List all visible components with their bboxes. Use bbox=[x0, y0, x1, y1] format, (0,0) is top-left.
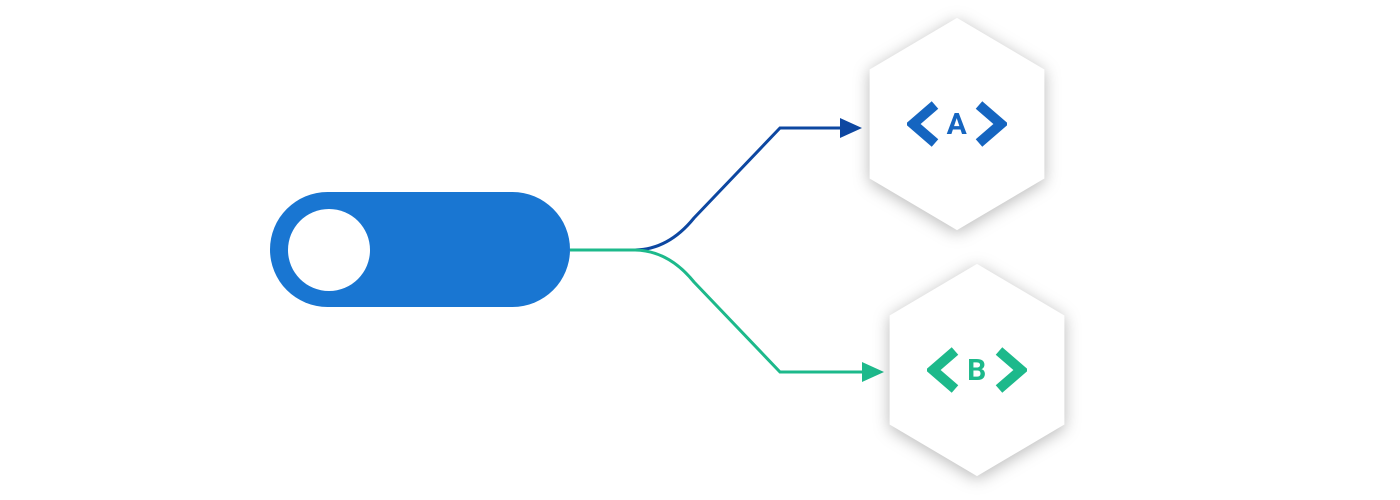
feature-flag-diagram: A B bbox=[0, 0, 1400, 500]
angle-left-icon bbox=[927, 347, 961, 393]
variant-a-tile: A bbox=[862, 14, 1052, 234]
angle-right-icon bbox=[973, 101, 1007, 147]
arrow-to-b bbox=[570, 250, 862, 372]
variant-b-label: B bbox=[967, 353, 987, 388]
angle-right-icon bbox=[993, 347, 1027, 393]
code-b-icon: B bbox=[927, 347, 1027, 393]
connector-arrows bbox=[0, 0, 1400, 500]
arrowhead-a-icon bbox=[840, 118, 862, 138]
feature-toggle[interactable] bbox=[270, 192, 570, 307]
variant-b-tile: B bbox=[882, 260, 1072, 480]
toggle-knob-icon bbox=[288, 209, 370, 291]
variant-a-label: A bbox=[947, 107, 968, 142]
code-a-icon: A bbox=[907, 101, 1008, 147]
arrow-to-a bbox=[570, 128, 840, 250]
angle-left-icon bbox=[907, 101, 941, 147]
arrowhead-b-icon bbox=[862, 362, 884, 382]
